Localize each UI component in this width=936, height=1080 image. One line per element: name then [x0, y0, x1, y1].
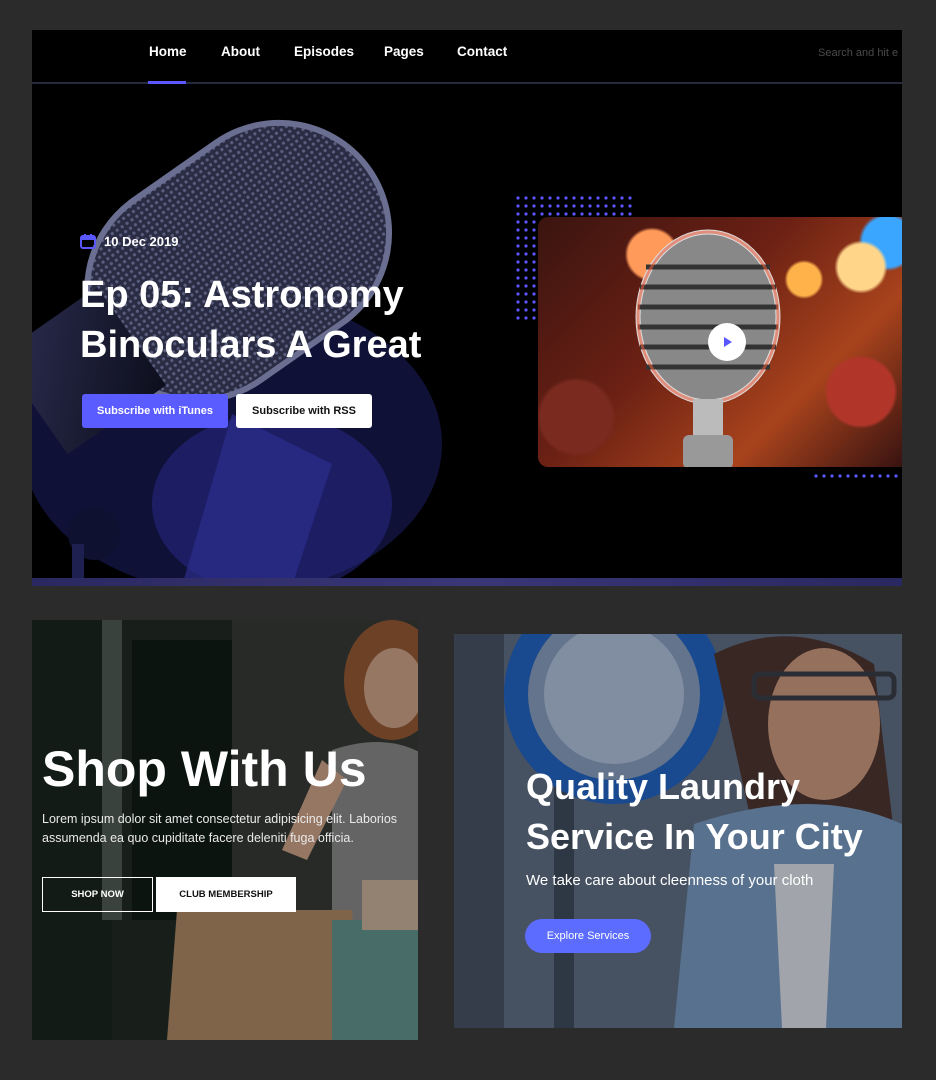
shop-hero-panel: Shop With Us Lorem ipsum dolor sit amet …: [32, 620, 418, 1040]
calendar-icon: [80, 234, 96, 249]
club-membership-button[interactable]: CLUB MEMBERSHIP: [156, 877, 296, 912]
hero-bottom-stripe: [32, 578, 902, 586]
episode-title: Ep 05: Astronomy Binoculars A Great: [80, 270, 510, 370]
nav-item-contact[interactable]: Contact: [457, 44, 507, 59]
top-navbar: Home About Episodes Pages Contact: [32, 30, 902, 84]
laundry-hero-panel: Quality Laundry Service In Your City We …: [454, 634, 902, 1028]
subscribe-itunes-button[interactable]: Subscribe with iTunes: [82, 394, 228, 428]
nav-item-about[interactable]: About: [221, 44, 260, 59]
laundry-subtitle: We take care about cleenness of your clo…: [526, 872, 814, 889]
laundry-title-line1: Quality Laundry: [526, 766, 801, 807]
episode-title-line1: Ep 05: Astronomy: [80, 274, 404, 316]
shop-description: Lorem ipsum dolor sit amet consectetur a…: [42, 810, 418, 848]
shop-now-button[interactable]: SHOP NOW: [42, 877, 153, 912]
podcast-hero-panel: Home About Episodes Pages Contact Search…: [32, 30, 902, 586]
shop-description-line2: assumenda ea quo cupiditate facere delen…: [42, 831, 354, 845]
nav-item-home[interactable]: Home: [149, 44, 187, 59]
nav-active-indicator: [148, 81, 186, 84]
search-input[interactable]: [818, 44, 902, 62]
shop-description-line1: Lorem ipsum dolor sit amet consectetur a…: [42, 812, 398, 826]
laundry-title-line2: Service In Your City: [526, 816, 863, 857]
play-button[interactable]: [708, 323, 746, 361]
episode-video-thumbnail[interactable]: [538, 217, 902, 467]
subscribe-rss-button[interactable]: Subscribe with RSS: [236, 394, 372, 428]
explore-services-button[interactable]: Explore Services: [525, 919, 651, 953]
nav-item-episodes[interactable]: Episodes: [294, 44, 354, 59]
date-label: 10 Dec 2019: [104, 234, 179, 249]
shop-title: Shop With Us: [42, 741, 367, 797]
nav-item-pages[interactable]: Pages: [384, 44, 424, 59]
episode-date: 10 Dec 2019: [80, 234, 178, 249]
episode-title-line2: Binoculars A Great: [80, 324, 422, 366]
laundry-title: Quality Laundry Service In Your City: [526, 762, 902, 862]
play-icon: [724, 337, 732, 347]
